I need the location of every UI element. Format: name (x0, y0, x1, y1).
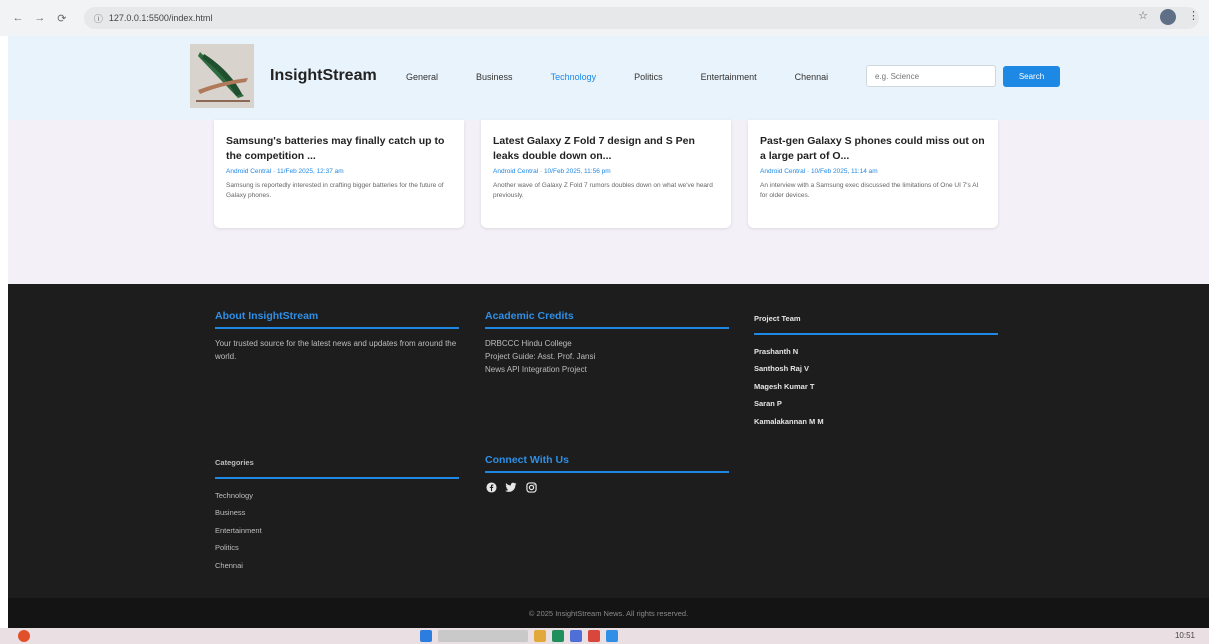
card-meta: Android Central · 10/Feb 2025, 11:56 pm (493, 168, 611, 175)
instagram-icon[interactable] (525, 481, 537, 493)
edge-icon[interactable] (552, 630, 564, 642)
footer-about: About InsightStream Your trusted source … (215, 310, 459, 363)
footer-categories: Categories Technology Business Entertain… (215, 454, 459, 574)
team-member: Santhosh Raj V (754, 364, 810, 373)
card-title[interactable]: Samsung's batteries may finally catch up… (226, 134, 452, 164)
team-member: Saran P (754, 399, 782, 408)
file-explorer-icon[interactable] (534, 630, 546, 642)
vscode-icon[interactable] (606, 630, 618, 642)
card-title[interactable]: Latest Galaxy Z Fold 7 design and S Pen … (493, 134, 719, 164)
credit-line: Project Guide: Asst. Prof. Jansi (485, 352, 596, 361)
bookmark-star-icon[interactable]: ☆ (1138, 9, 1148, 25)
team-member: Kamalakannan M M (754, 416, 824, 426)
team-member: Magesh Kumar T (754, 381, 815, 391)
news-card[interactable]: Samsung's batteries may finally catch up… (214, 120, 464, 228)
twitter-icon[interactable] (505, 481, 517, 493)
taskbar-apps (420, 630, 618, 642)
nav-general[interactable]: General (406, 72, 438, 82)
search-input[interactable] (866, 65, 996, 87)
footer-connect-heading: Connect With Us (485, 454, 729, 473)
news-card[interactable]: Latest Galaxy Z Fold 7 design and S Pen … (481, 120, 731, 228)
os-taskbar: 10:51 (0, 628, 1209, 644)
team-member: Prashanth N (754, 346, 799, 356)
brand-name[interactable]: InsightStream (270, 67, 377, 85)
back-icon[interactable]: ← (10, 10, 26, 26)
footer-team-heading: Project Team (754, 310, 998, 335)
copyright-bar: © 2025 InsightStream News. All rights re… (8, 598, 1209, 628)
site-info-icon[interactable]: ⓘ (94, 12, 103, 25)
credit-line: News API Integration Project (485, 365, 587, 374)
category-link-politics[interactable]: Politics (215, 539, 459, 557)
forward-icon[interactable]: → (32, 10, 48, 26)
site-footer: About InsightStream Your trusted source … (8, 284, 1209, 598)
address-bar[interactable]: ⓘ 127.0.0.1:5500/index.html (83, 7, 1200, 29)
footer-credits: Academic Credits DRBCCC Hindu College Pr… (485, 310, 729, 376)
reload-icon[interactable]: ⟳ (54, 10, 70, 26)
footer-about-text: Your trusted source for the latest news … (215, 339, 457, 361)
category-link-business[interactable]: Business (215, 504, 459, 522)
taskbar-clock[interactable]: 10:51 (1175, 631, 1195, 640)
copyright-text: © 2025 InsightStream News. All rights re… (528, 608, 689, 618)
footer-credits-heading: Academic Credits (485, 310, 729, 329)
facebook-icon[interactable] (485, 481, 497, 493)
card-title[interactable]: Past-gen Galaxy S phones could miss out … (760, 134, 986, 164)
site-header: InsightStream General Business Technolog… (8, 36, 1209, 120)
credit-line: DRBCCC Hindu College (485, 339, 572, 348)
footer-team: Project Team Prashanth N Santhosh Raj V … (754, 310, 998, 430)
footer-about-heading: About InsightStream (215, 310, 459, 329)
browser-toolbar: ← → ⟳ ⓘ 127.0.0.1:5500/index.html ☆ ⋮ (0, 0, 1209, 36)
profile-avatar[interactable] (1160, 9, 1176, 25)
nav-technology[interactable]: Technology (551, 72, 597, 82)
nav-business[interactable]: Business (476, 72, 513, 82)
nav-politics[interactable]: Politics (634, 72, 663, 82)
taskbar-search[interactable] (438, 630, 528, 642)
category-link-entertainment[interactable]: Entertainment (215, 522, 459, 540)
category-link-technology[interactable]: Technology (215, 487, 459, 505)
card-description: Another wave of Galaxy Z Fold 7 rumors d… (493, 182, 713, 199)
search-button[interactable]: Search (1003, 66, 1060, 87)
news-card[interactable]: Past-gen Galaxy S phones could miss out … (748, 120, 998, 228)
store-icon[interactable] (570, 630, 582, 642)
quill-logo-icon (190, 44, 254, 108)
card-meta: Android Central · 10/Feb 2025, 11:14 am (760, 168, 878, 175)
card-description: An interview with a Samsung exec discuss… (760, 182, 979, 199)
card-meta: Android Central · 11/Feb 2025, 12:37 am (226, 168, 344, 175)
chrome-icon[interactable] (588, 630, 600, 642)
card-description: Samsung is reportedly interested in craf… (226, 182, 444, 199)
url-text: 127.0.0.1:5500/index.html (108, 13, 213, 23)
site-logo[interactable] (190, 44, 254, 108)
footer-connect: Connect With Us (485, 454, 729, 493)
footer-categories-heading: Categories (215, 454, 459, 479)
windows-start-icon[interactable] (420, 630, 432, 642)
category-link-chennai[interactable]: Chennai (215, 557, 459, 575)
main-nav: General Business Technology Politics Ent… (406, 72, 866, 82)
nav-chennai[interactable]: Chennai (795, 72, 829, 82)
menu-icon[interactable]: ⋮ (1188, 9, 1199, 25)
weather-icon[interactable] (18, 630, 30, 642)
main-content: Samsung's batteries may finally catch up… (8, 120, 1209, 284)
nav-entertainment[interactable]: Entertainment (701, 72, 757, 82)
